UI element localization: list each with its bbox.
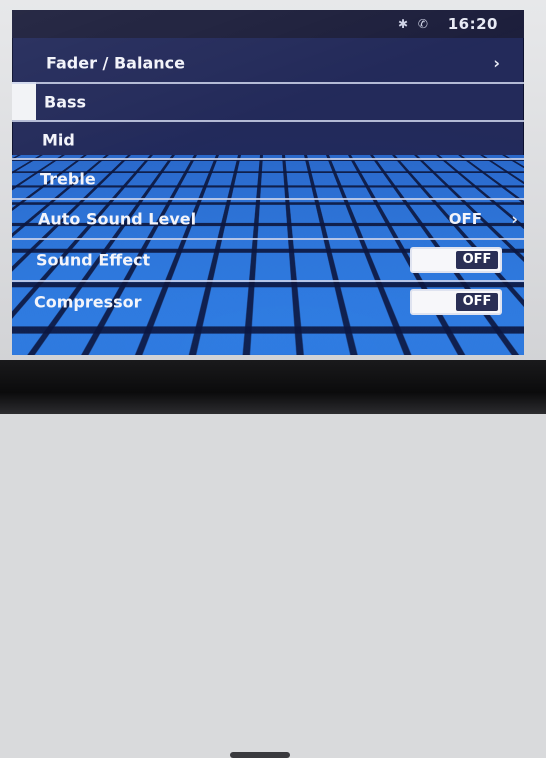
setting-compressor[interactable]: Compressor OFF <box>12 282 524 322</box>
setting-sound-effect[interactable]: Sound Effect OFF <box>12 240 524 282</box>
chevron-right-icon: › <box>511 209 518 229</box>
sound-effect-toggle[interactable]: OFF <box>410 247 502 273</box>
toggle-state: OFF <box>456 293 498 311</box>
setting-mid[interactable]: Mid <box>12 122 524 160</box>
setting-label: Auto Sound Level <box>38 209 197 229</box>
setting-value: OFF <box>448 210 482 228</box>
bezel-notch <box>230 752 290 758</box>
bezel-bottom <box>0 360 546 758</box>
setting-label: Treble <box>40 169 96 189</box>
clock: 16:20 <box>447 15 498 33</box>
setting-label: Bass <box>44 92 87 112</box>
setting-label: Sound Effect <box>36 250 151 270</box>
status-icons: ✱ ✆ <box>398 17 434 31</box>
setting-treble[interactable]: Treble <box>12 160 524 200</box>
phone-muted-icon: ✆ <box>417 17 428 31</box>
chevron-right-icon: › <box>493 53 500 73</box>
setting-label: Fader / Balance <box>46 53 185 73</box>
status-bar: ✱ ✆ 16:20 <box>12 10 524 38</box>
setting-fader-balance[interactable]: Fader / Balance › <box>12 44 524 84</box>
compressor-toggle[interactable]: OFF <box>410 289 502 315</box>
bluetooth-icon: ✱ <box>398 17 409 31</box>
setting-label: Compressor <box>34 292 142 312</box>
setting-auto-sound-level[interactable]: Auto Sound Level OFF › <box>12 200 524 240</box>
setting-bass[interactable]: Bass <box>12 84 524 122</box>
setting-label: Mid <box>42 130 75 150</box>
toggle-state: OFF <box>456 251 498 269</box>
infotainment-screen: ✱ ✆ 16:20 Fader / Balance › Bass Mid Tre… <box>12 10 524 355</box>
